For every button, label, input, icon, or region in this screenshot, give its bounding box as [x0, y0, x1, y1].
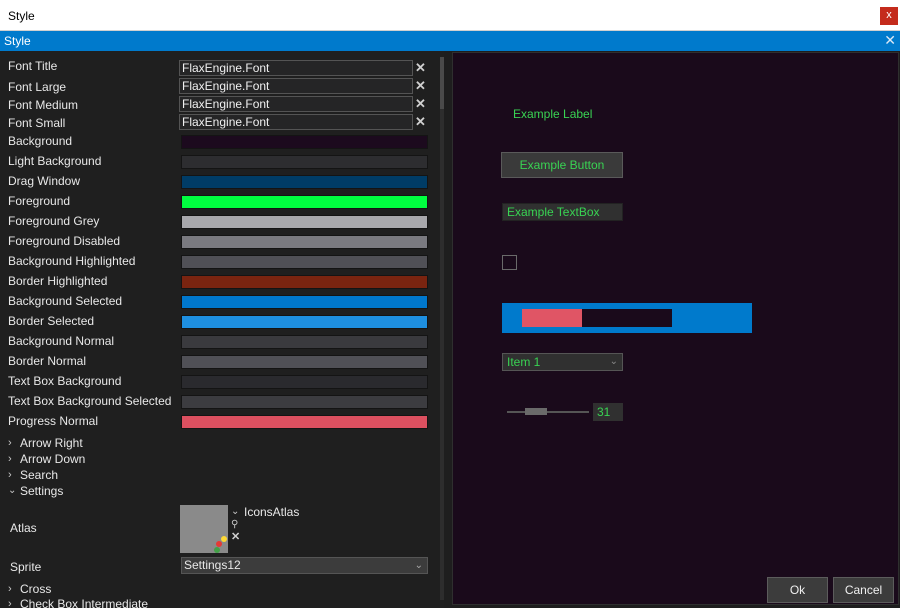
- title-bar[interactable]: Style x: [0, 0, 900, 31]
- color-swatch[interactable]: [181, 235, 428, 249]
- font-large-field[interactable]: FlaxEngine.Font: [179, 78, 413, 94]
- atlas-dot: [214, 547, 220, 553]
- color-swatch[interactable]: [181, 275, 428, 289]
- chevron-right-icon[interactable]: ›: [8, 598, 12, 608]
- arrow-down-group[interactable]: Arrow Down: [20, 452, 85, 466]
- atlas-name: IconsAtlas: [244, 505, 300, 519]
- ok-button[interactable]: Ok: [767, 577, 828, 603]
- color-label: Background Normal: [8, 334, 115, 348]
- example-label: Example Label: [513, 107, 593, 121]
- color-label: Border Normal: [8, 354, 87, 368]
- slider-value-field[interactable]: 31: [593, 403, 623, 421]
- color-label: Foreground: [8, 194, 71, 208]
- color-label: Background Highlighted: [8, 254, 136, 268]
- example-textbox[interactable]: Example TextBox: [502, 203, 623, 221]
- color-label: Foreground Disabled: [8, 234, 121, 248]
- panel-title: Style: [4, 34, 31, 48]
- font-small-field[interactable]: FlaxEngine.Font: [179, 114, 413, 130]
- color-label: Text Box Background: [8, 374, 122, 388]
- color-swatch[interactable]: [181, 155, 428, 169]
- panel-header: Style ✕: [0, 31, 900, 51]
- properties-panel: Font Title FlaxEngine.Font ✕ Font Large …: [0, 51, 444, 608]
- font-medium-field[interactable]: FlaxEngine.Font: [179, 96, 413, 112]
- sprite-select[interactable]: Settings12 ⌄: [181, 557, 428, 574]
- font-medium-label: Font Medium: [8, 98, 79, 112]
- color-swatch[interactable]: [181, 175, 428, 189]
- atlas-dot: [221, 536, 227, 542]
- font-small-label: Font Small: [8, 116, 66, 130]
- color-swatch[interactable]: [181, 255, 428, 269]
- clear-icon[interactable]: ✕: [415, 79, 426, 93]
- chevron-right-icon[interactable]: ›: [8, 583, 12, 595]
- arrow-right-group[interactable]: Arrow Right: [20, 436, 83, 450]
- chevron-down-icon[interactable]: ⌄: [8, 485, 16, 496]
- example-slider[interactable]: [507, 408, 589, 415]
- color-label: Foreground Grey: [8, 214, 100, 228]
- chevron-down-icon: ⌄: [414, 560, 423, 571]
- color-swatch[interactable]: [181, 335, 428, 349]
- dropdown-value: Item 1: [507, 355, 541, 369]
- window-close-button[interactable]: x: [880, 7, 898, 25]
- color-label: Border Selected: [8, 314, 95, 328]
- font-large-label: Font Large: [8, 80, 67, 94]
- color-label: Light Background: [8, 154, 102, 168]
- search-group[interactable]: Search: [20, 468, 58, 482]
- color-label: Progress Normal: [8, 414, 99, 428]
- cross-group[interactable]: Cross: [20, 582, 51, 596]
- color-swatch[interactable]: [181, 215, 428, 229]
- progress-fill: [522, 309, 582, 327]
- cancel-button[interactable]: Cancel: [833, 577, 894, 603]
- color-swatch[interactable]: [181, 375, 428, 389]
- chevron-down-icon[interactable]: ⌄: [231, 506, 239, 517]
- color-label: Background: [8, 134, 73, 148]
- preview-panel: Example Label Example Button Example Tex…: [452, 52, 899, 605]
- color-swatch[interactable]: [181, 415, 428, 429]
- chevron-right-icon[interactable]: ›: [8, 469, 12, 481]
- window-title: Style: [8, 9, 35, 23]
- sprite-label: Sprite: [10, 560, 42, 574]
- color-swatch[interactable]: [181, 135, 428, 149]
- clear-icon[interactable]: ✕: [415, 97, 426, 111]
- font-title-label: Font Title: [8, 59, 58, 73]
- color-swatch[interactable]: [181, 295, 428, 309]
- clear-icon[interactable]: ✕: [415, 115, 426, 129]
- color-swatch[interactable]: [181, 195, 428, 209]
- slider-knob[interactable]: [525, 408, 547, 415]
- settings-group[interactable]: Settings: [20, 484, 63, 498]
- chevron-right-icon[interactable]: ›: [8, 453, 12, 465]
- check-box-intermediate-group[interactable]: Check Box Intermediate: [20, 597, 148, 608]
- chevron-down-icon: ⌄: [609, 356, 618, 367]
- example-dropdown[interactable]: Item 1 ⌄: [502, 353, 623, 371]
- style-window: Style x Style ✕ Font Title FlaxEngine.Fo…: [0, 0, 900, 608]
- scrollbar[interactable]: [440, 57, 444, 600]
- chevron-right-icon[interactable]: ›: [8, 437, 12, 449]
- color-swatch[interactable]: [181, 315, 428, 329]
- clear-icon[interactable]: ✕: [415, 61, 426, 75]
- example-checkbox[interactable]: [502, 255, 517, 270]
- panel-close-icon[interactable]: ✕: [884, 33, 896, 47]
- atlas-label: Atlas: [10, 521, 37, 535]
- example-button[interactable]: Example Button: [501, 152, 623, 178]
- color-label: Drag Window: [8, 174, 81, 188]
- color-swatch[interactable]: [181, 395, 428, 409]
- clear-icon[interactable]: ✕: [231, 530, 240, 544]
- search-icon[interactable]: ⚲: [231, 519, 238, 530]
- color-label: Background Selected: [8, 294, 123, 308]
- color-label: Border Highlighted: [8, 274, 108, 288]
- sprite-value: Settings12: [184, 558, 241, 572]
- font-title-field[interactable]: FlaxEngine.Font: [179, 60, 413, 76]
- scrollbar-thumb[interactable]: [440, 57, 444, 109]
- color-swatch[interactable]: [181, 355, 428, 369]
- color-label: Text Box Background Selected: [8, 394, 172, 408]
- example-highlight-panel: [502, 303, 752, 333]
- atlas-thumbnail[interactable]: [180, 505, 228, 553]
- example-progress-bar: [522, 309, 672, 327]
